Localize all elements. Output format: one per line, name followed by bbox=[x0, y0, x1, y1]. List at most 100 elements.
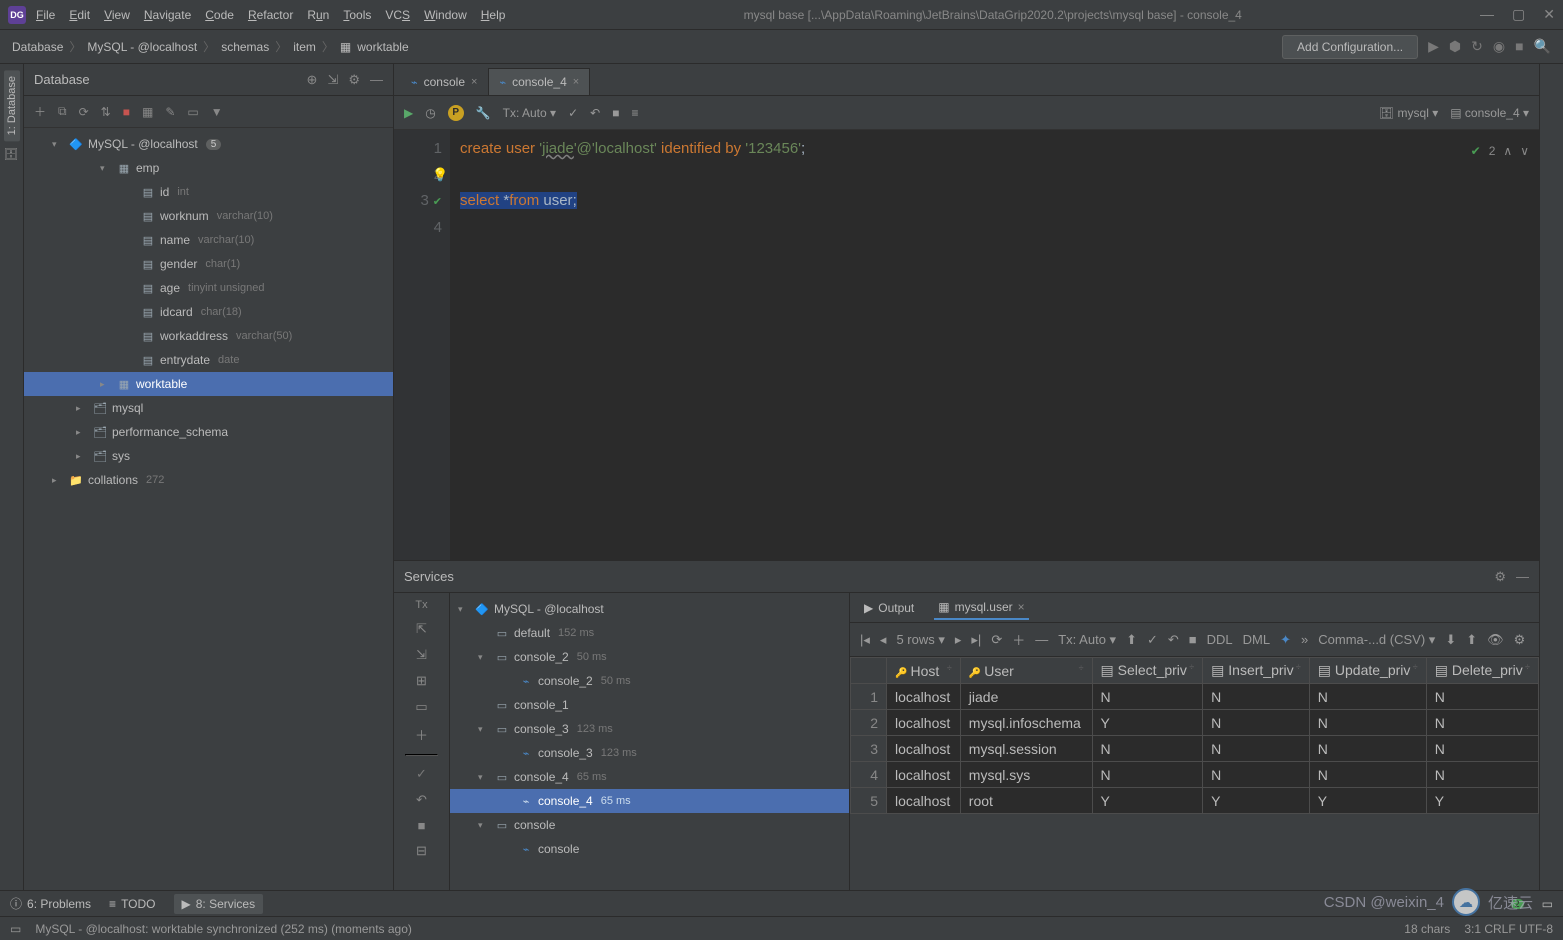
tree-datasource[interactable]: ▾🔷MySQL - @localhost5 bbox=[24, 132, 393, 156]
compare-icon[interactable]: ✦ bbox=[1280, 632, 1291, 648]
tree-collations[interactable]: ▸📁collations272 bbox=[24, 468, 393, 492]
code-editor[interactable]: 1 2 3✔ 4 💡 create user 'jiade'@'localhos… bbox=[394, 130, 1539, 560]
svc-datasource[interactable]: ▾🔷MySQL - @localhost bbox=[450, 597, 849, 621]
close-icon[interactable]: × bbox=[573, 76, 579, 88]
stop-icon[interactable]: ■ bbox=[1515, 38, 1523, 55]
table-row[interactable]: 4localhostmysql.sysNNNN bbox=[851, 762, 1539, 788]
col-insert[interactable]: ▤ Insert_priv÷ bbox=[1203, 658, 1310, 684]
gear-icon[interactable]: ⚙ bbox=[348, 72, 360, 88]
menu-vcs[interactable]: VCS bbox=[385, 8, 410, 22]
close-icon[interactable]: × bbox=[471, 76, 477, 88]
prev-page-icon[interactable]: ◂ bbox=[880, 632, 887, 648]
target-icon[interactable]: ⊕ bbox=[307, 72, 318, 88]
close-icon[interactable]: × bbox=[1018, 600, 1025, 614]
history-icon[interactable]: ◷ bbox=[425, 106, 435, 120]
submit-icon[interactable]: ⬆ bbox=[1126, 632, 1137, 648]
svc-item[interactable]: ▾▭console_250 ms bbox=[450, 645, 849, 669]
cell[interactable]: N bbox=[1309, 710, 1426, 736]
tab-services[interactable]: ▶8: Services bbox=[174, 894, 264, 914]
run-icon[interactable]: ▶ bbox=[1428, 38, 1439, 55]
svc-item[interactable]: ⌁console bbox=[450, 837, 849, 861]
database-tree[interactable]: ▾🔷MySQL - @localhost5 ▾▦emp ▤idint ▤work… bbox=[24, 128, 393, 890]
cell[interactable]: N bbox=[1203, 736, 1310, 762]
refresh-icon[interactable]: ⟳ bbox=[79, 105, 89, 119]
cell[interactable]: N bbox=[1309, 736, 1426, 762]
svc-item[interactable]: ▭default152 ms bbox=[450, 621, 849, 645]
event-log-icon[interactable]: ▭ bbox=[1542, 897, 1553, 911]
crumb-database[interactable]: Database bbox=[12, 40, 63, 54]
ddl-button[interactable]: DDL bbox=[1207, 632, 1233, 647]
cell[interactable]: mysql.session bbox=[960, 736, 1092, 762]
commit-icon[interactable]: ✓ bbox=[568, 106, 578, 120]
tree-column[interactable]: ▤genderchar(1) bbox=[24, 252, 393, 276]
cell[interactable]: N bbox=[1426, 710, 1538, 736]
settings-icon[interactable]: ≡ bbox=[631, 106, 638, 120]
tx-mode[interactable]: Tx: Auto ▾ bbox=[503, 106, 556, 120]
search-icon[interactable]: 🔍 bbox=[1534, 38, 1551, 55]
crumb-worktable[interactable]: worktable bbox=[357, 40, 408, 54]
cell[interactable]: mysql.infoschema bbox=[960, 710, 1092, 736]
menu-refactor[interactable]: Refactor bbox=[248, 8, 293, 22]
tree-schema-perf[interactable]: ▸🗂performance_schema bbox=[24, 420, 393, 444]
tab-output[interactable]: ▶Output bbox=[860, 597, 918, 619]
collapse-icon[interactable]: ⇲ bbox=[416, 647, 427, 663]
hide-icon[interactable]: — bbox=[1516, 569, 1529, 585]
cell[interactable]: Y bbox=[1309, 788, 1426, 814]
col-update[interactable]: ▤ Update_priv÷ bbox=[1309, 658, 1426, 684]
cell[interactable]: Y bbox=[1203, 788, 1310, 814]
debug-icon[interactable]: ⬢ bbox=[1449, 38, 1461, 55]
close-button[interactable]: ✕ bbox=[1543, 6, 1555, 23]
table-row[interactable]: 3localhostmysql.sessionNNNN bbox=[851, 736, 1539, 762]
stop-icon[interactable]: ■ bbox=[123, 105, 130, 119]
menu-view[interactable]: View bbox=[104, 8, 130, 22]
cell[interactable]: jiade bbox=[960, 684, 1092, 710]
first-page-icon[interactable]: |◂ bbox=[860, 632, 870, 648]
group-icon[interactable]: ⊞ bbox=[416, 673, 427, 689]
bulb-icon[interactable]: 💡 bbox=[432, 162, 448, 188]
rollback-icon[interactable]: ↶ bbox=[590, 106, 600, 120]
cell[interactable]: N bbox=[1203, 710, 1310, 736]
tree-column[interactable]: ▤idint bbox=[24, 180, 393, 204]
table-row[interactable]: 2localhostmysql.infoschemaYNNN bbox=[851, 710, 1539, 736]
more-icon[interactable]: » bbox=[1301, 632, 1308, 647]
tree-column[interactable]: ▤namevarchar(10) bbox=[24, 228, 393, 252]
collapse-icon[interactable]: ⇲ bbox=[327, 72, 338, 88]
cell[interactable]: N bbox=[1426, 736, 1538, 762]
last-page-icon[interactable]: ▸| bbox=[971, 632, 981, 648]
sync-icon[interactable]: ⇅ bbox=[101, 105, 111, 119]
crumb-datasource[interactable]: MySQL - @localhost bbox=[87, 40, 197, 54]
crumb-item[interactable]: item bbox=[293, 40, 316, 54]
tx-mode[interactable]: Tx: Auto ▾ bbox=[1058, 632, 1116, 648]
reload-icon[interactable]: ⟳ bbox=[991, 632, 1002, 648]
console-selector[interactable]: ▤ console_4 ▾ bbox=[1450, 106, 1529, 120]
col-host[interactable]: 🔑Host÷ bbox=[887, 658, 961, 684]
maximize-button[interactable]: ▢ bbox=[1512, 6, 1525, 23]
cell[interactable]: mysql.sys bbox=[960, 762, 1092, 788]
layout2-icon[interactable]: ⊟ bbox=[416, 843, 427, 859]
add-icon[interactable]: ＋ bbox=[415, 725, 428, 744]
tree-table-worktable[interactable]: ▸▦worktable bbox=[24, 372, 393, 396]
wrench-icon[interactable]: 🔧 bbox=[476, 106, 491, 120]
cell[interactable]: root bbox=[960, 788, 1092, 814]
coverage-icon[interactable]: ↻ bbox=[1471, 38, 1483, 55]
svc-item[interactable]: ▾▭console bbox=[450, 813, 849, 837]
cell[interactable]: N bbox=[1092, 736, 1203, 762]
commit-icon[interactable]: ✓ bbox=[1147, 632, 1158, 648]
cell[interactable]: localhost bbox=[887, 684, 961, 710]
dml-button[interactable]: DML bbox=[1243, 632, 1270, 647]
execute-icon[interactable]: ▶ bbox=[404, 106, 413, 120]
cancel-icon[interactable]: ■ bbox=[612, 106, 619, 120]
profile-icon[interactable]: ◉ bbox=[1493, 38, 1505, 55]
crumb-schemas[interactable]: schemas bbox=[221, 40, 269, 54]
datasource-selector[interactable]: 🗄 mysql ▾ bbox=[1379, 106, 1438, 120]
cancel-icon[interactable]: ■ bbox=[1189, 632, 1197, 647]
col-select[interactable]: ▤ Select_priv÷ bbox=[1092, 658, 1203, 684]
svc-item[interactable]: ▭console_1 bbox=[450, 693, 849, 717]
editor-tab-console[interactable]: ⌁console× bbox=[400, 68, 488, 95]
code-body[interactable]: create user 'jiade'@'localhost' identifi… bbox=[450, 130, 1539, 560]
cell[interactable]: N bbox=[1203, 762, 1310, 788]
database-tool-tab[interactable]: 1: Database bbox=[4, 70, 20, 141]
download-icon[interactable]: ⬇ bbox=[1445, 632, 1456, 648]
cell[interactable]: N bbox=[1426, 762, 1538, 788]
menu-tools[interactable]: Tools bbox=[343, 8, 371, 22]
